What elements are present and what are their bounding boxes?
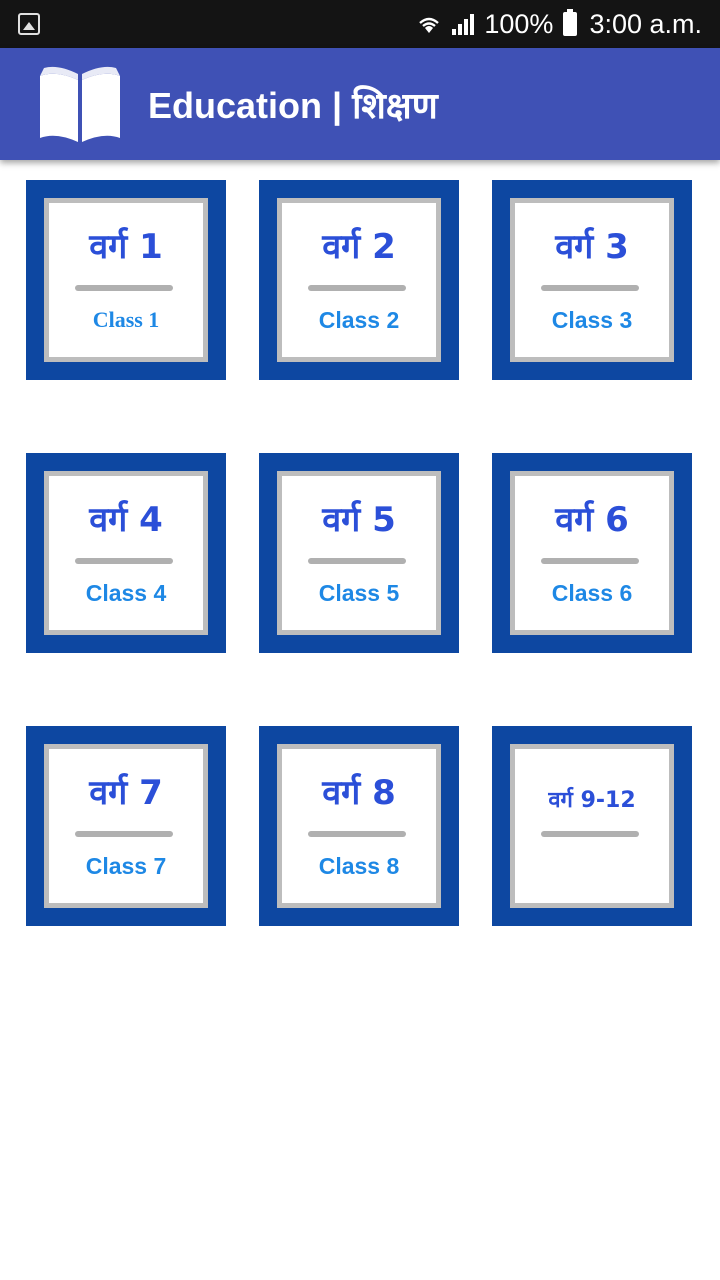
tile-english-label: Class 2 <box>318 307 400 333</box>
tile-english-label: Class 6 <box>551 580 633 606</box>
tile-class-7[interactable]: वर्ग 7 Class 7 <box>26 726 226 926</box>
status-bar: 100% 3:00 a.m. <box>0 0 720 48</box>
tile-divider <box>541 831 639 837</box>
tile-hindi-label: वर्ग 8 <box>322 773 396 813</box>
tile-hindi-label: वर्ग 2 <box>322 227 396 267</box>
gallery-icon <box>18 13 40 35</box>
tile-hindi-label: वर्ग 6 <box>555 500 629 540</box>
tile-card: वर्ग 1 Class 1 <box>44 198 208 362</box>
app-bar: Education | शिक्षण <box>0 48 720 160</box>
tile-divider <box>308 285 406 291</box>
status-time: 3:00 a.m. <box>589 8 702 39</box>
tile-class-8[interactable]: वर्ग 8 Class 8 <box>259 726 459 926</box>
tile-english-label: Class 3 <box>551 307 633 333</box>
tile-card: वर्ग 6 Class 6 <box>510 471 674 635</box>
tile-divider <box>308 558 406 564</box>
tile-english-label: Class 8 <box>318 853 400 879</box>
tile-english-label: Class 1 <box>92 307 160 332</box>
tile-class-3[interactable]: वर्ग 3 Class 3 <box>492 180 692 380</box>
tile-class-9-12[interactable]: वर्ग 9-12 <box>492 726 692 926</box>
battery-percentage: 100% <box>484 8 554 39</box>
tile-card: वर्ग 8 Class 8 <box>277 744 441 908</box>
tile-card: वर्ग 5 Class 5 <box>277 471 441 635</box>
tile-divider <box>308 831 406 837</box>
tile-class-1[interactable]: वर्ग 1 Class 1 <box>26 180 226 380</box>
tile-card: वर्ग 2 Class 2 <box>277 198 441 362</box>
tile-divider <box>541 285 639 291</box>
tile-divider <box>541 558 639 564</box>
tile-class-2[interactable]: वर्ग 2 Class 2 <box>259 180 459 380</box>
tile-hindi-label: वर्ग 9-12 <box>548 788 636 813</box>
tile-english-label: Class 5 <box>318 580 400 606</box>
tile-class-5[interactable]: वर्ग 5 Class 5 <box>259 453 459 653</box>
tile-hindi-label: वर्ग 5 <box>322 500 396 540</box>
tile-card: वर्ग 7 Class 7 <box>44 744 208 908</box>
tile-divider <box>75 831 173 837</box>
tile-card: वर्ग 3 Class 3 <box>510 198 674 362</box>
tile-class-4[interactable]: वर्ग 4 Class 4 <box>26 453 226 653</box>
tile-hindi-label: वर्ग 7 <box>89 773 163 813</box>
tile-card: वर्ग 4 Class 4 <box>44 471 208 635</box>
tile-divider <box>75 285 173 291</box>
tile-english-label: Class 7 <box>85 853 167 879</box>
tile-card: वर्ग 9-12 <box>510 744 674 908</box>
tile-hindi-label: वर्ग 4 <box>89 500 163 540</box>
book-icon <box>40 66 120 142</box>
tile-hindi-label: वर्ग 3 <box>555 227 629 267</box>
battery-icon <box>563 9 578 36</box>
tile-class-6[interactable]: वर्ग 6 Class 6 <box>492 453 692 653</box>
app-title: Education | शिक्षण <box>148 84 438 126</box>
wifi-icon <box>419 17 440 33</box>
tile-hindi-label: वर्ग 1 <box>89 227 163 267</box>
signal-icon <box>452 14 475 35</box>
tile-divider <box>75 558 173 564</box>
tile-english-label: Class 4 <box>85 580 167 606</box>
